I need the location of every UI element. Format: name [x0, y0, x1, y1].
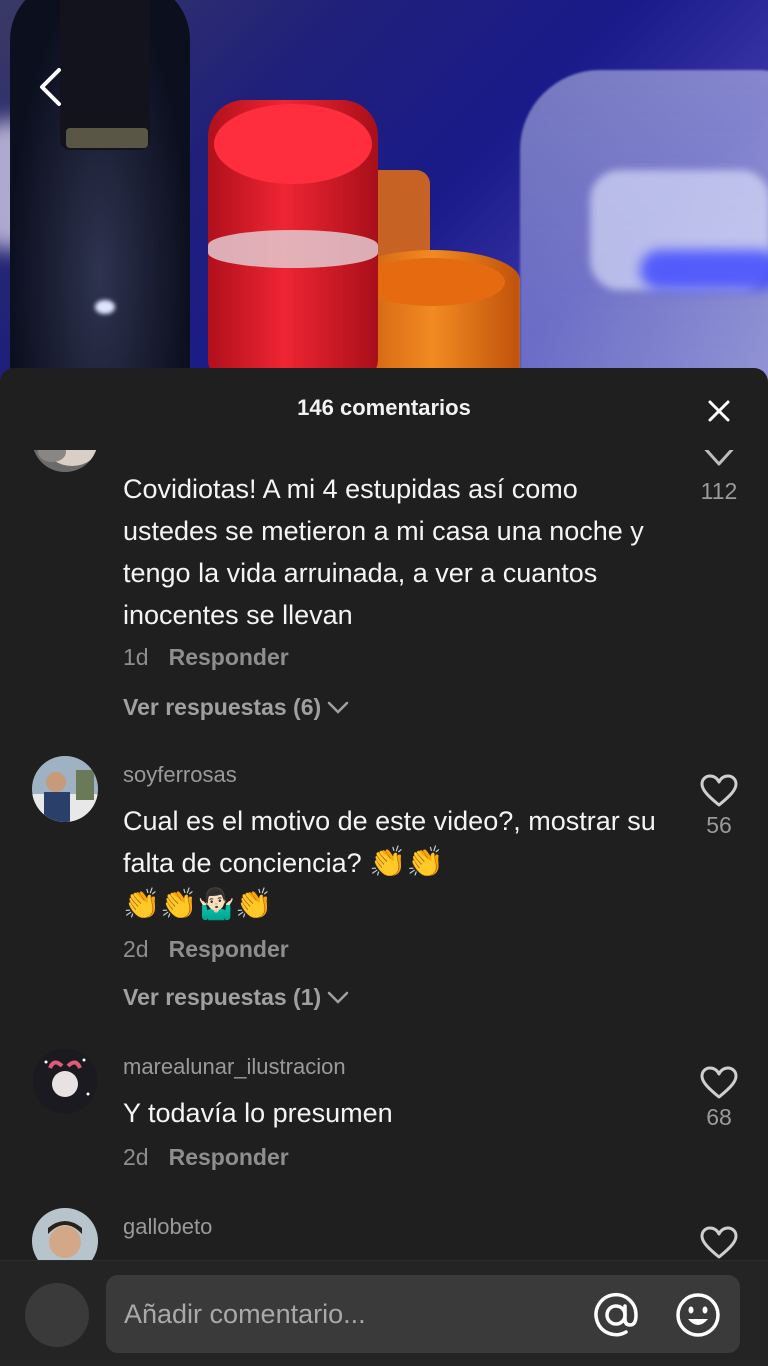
comment-time: 2d: [123, 936, 149, 962]
view-replies-button[interactable]: Ver respuestas (1): [123, 984, 349, 1011]
close-icon: [708, 400, 730, 422]
heart-icon: [704, 450, 734, 466]
comment-input-box[interactable]: [106, 1275, 740, 1353]
chevron-down-icon: [327, 701, 349, 714]
reply-button[interactable]: Responder: [169, 644, 289, 671]
mention-button[interactable]: [592, 1291, 640, 1339]
comment-input-bar: [0, 1260, 768, 1366]
comment-meta: 2d Responder: [123, 936, 289, 963]
heart-icon: [700, 1066, 738, 1099]
at-icon: [594, 1292, 638, 1337]
comments-count-title: 146 comentarios: [297, 395, 471, 420]
comment-text: Y todavía lo presumen: [123, 1098, 393, 1128]
comment-time: 2d: [123, 1144, 149, 1170]
my-avatar: [25, 1283, 89, 1347]
comment-username[interactable]: marealunar_ilustracion: [123, 1054, 346, 1080]
comment-meta: 1d Responder: [123, 644, 289, 671]
video-preview: [0, 0, 768, 390]
emoji-text: 👏👏🤷🏻‍♂️👏: [123, 888, 273, 921]
comment-text: Cual es el motivo de este video?, mostra…: [123, 806, 656, 921]
avatar[interactable]: [32, 1208, 98, 1260]
comment-meta: 2d Responder: [123, 1144, 289, 1171]
emoji-text: 👏👏: [369, 846, 444, 879]
reply-button[interactable]: Responder: [169, 936, 289, 963]
like-button[interactable]: [690, 1226, 748, 1260]
like-count: 112: [700, 478, 738, 504]
heart-icon: [700, 1226, 738, 1259]
comment-input[interactable]: [124, 1275, 584, 1353]
comment-list[interactable]: Covidiotas! A mi 4 estupidas así como us…: [0, 450, 768, 1260]
heart-icon: [700, 774, 738, 807]
reply-button[interactable]: Responder: [169, 1144, 289, 1171]
avatar[interactable]: [32, 756, 98, 822]
close-button[interactable]: [700, 392, 738, 430]
comments-sheet: 146 comentarios Covidiotas! A mi 4 estup…: [0, 368, 768, 1366]
sheet-header: 146 comentarios: [0, 368, 768, 448]
comment-username[interactable]: soyferrosas: [123, 762, 237, 788]
avatar[interactable]: [32, 1048, 98, 1114]
emoji-icon: [676, 1293, 720, 1337]
chevron-left-icon: [40, 68, 61, 106]
like-button[interactable]: 56: [690, 774, 748, 839]
avatar[interactable]: [32, 450, 98, 472]
back-button[interactable]: [30, 62, 70, 112]
chevron-down-icon: [327, 991, 349, 1004]
view-replies-button[interactable]: Ver respuestas (6): [123, 694, 349, 721]
like-count: 68: [706, 1104, 732, 1130]
emoji-button[interactable]: [674, 1291, 722, 1339]
comment-username[interactable]: gallobeto: [123, 1214, 212, 1240]
like-count: 56: [706, 812, 732, 838]
like-button[interactable]: 112: [690, 450, 748, 505]
comment-time: 1d: [123, 644, 149, 670]
like-button[interactable]: 68: [690, 1066, 748, 1131]
comment-text: Covidiotas! A mi 4 estupidas así como us…: [123, 474, 644, 630]
